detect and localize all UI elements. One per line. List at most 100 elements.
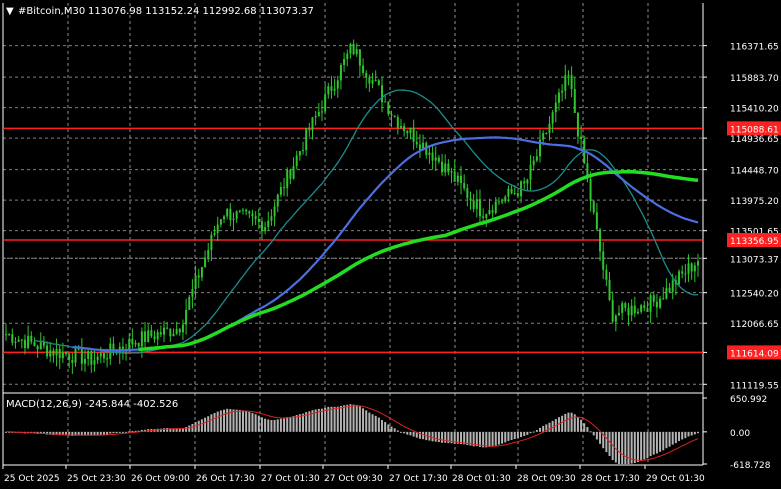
candle-body-128	[409, 127, 412, 134]
candle-body-20	[68, 354, 71, 360]
macd-bar-179	[570, 412, 573, 432]
candle-body-86	[276, 194, 279, 207]
macd-bar-165	[526, 431, 529, 435]
candle-body-79	[254, 216, 257, 220]
macd-bar-185	[589, 431, 592, 433]
macd-bar-217	[690, 431, 693, 436]
candle-body-8	[30, 335, 33, 342]
candle-body-124	[396, 117, 399, 128]
dropdown-arrow-icon[interactable]: ▼	[6, 6, 14, 17]
ohlc-readout: 113076.98 113152.24 112992.68 113073.37	[88, 6, 314, 17]
candle-body-44	[144, 331, 147, 343]
candle-body-11	[39, 342, 42, 350]
candle-body-47	[153, 336, 156, 340]
macd-bar-89	[286, 417, 289, 432]
candle-body-143	[456, 175, 459, 182]
candle-body-85	[273, 206, 276, 217]
candle-body-156	[497, 201, 500, 203]
candle-body-205	[652, 295, 655, 302]
candle-body-179	[570, 74, 573, 90]
candle-body-200	[636, 311, 639, 314]
macd-bar-161	[513, 431, 516, 440]
macd-bar-154	[491, 431, 494, 447]
macd-bar-160	[510, 431, 513, 440]
macd-bar-209	[665, 431, 668, 449]
macd-bar-109	[349, 404, 352, 432]
candle-body-7	[27, 335, 30, 349]
macd-tick-label-2: -618.728	[730, 461, 771, 471]
macd-bar-176	[561, 415, 564, 432]
price-tick-label-2: 115410.20	[730, 105, 779, 115]
macd-bar-197	[627, 431, 630, 464]
candle-body-32	[106, 358, 109, 360]
candle-body-113	[362, 65, 365, 73]
candle-body-13	[46, 345, 49, 357]
candle-body-122	[390, 114, 393, 116]
candle-body-172	[548, 123, 551, 134]
macd-bar-86	[276, 419, 279, 432]
macd-bar-26	[87, 431, 90, 435]
macd-bar-64	[207, 416, 210, 432]
macd-bar-113	[362, 408, 365, 432]
candle-body-195	[621, 303, 624, 313]
candle-body-91	[292, 166, 295, 179]
candle-body-190	[605, 269, 608, 280]
macd-bar-59	[191, 423, 194, 432]
macd-bar-68	[219, 410, 222, 432]
candle-body-181	[576, 112, 579, 137]
candle-body-81	[260, 221, 263, 232]
candle-body-142	[453, 171, 456, 182]
macd-bar-84	[270, 420, 273, 432]
candle-body-130	[415, 141, 418, 145]
candle-body-154	[491, 210, 494, 213]
time-tick-label-5: 27 Oct 09:30	[324, 474, 383, 484]
macd-bar-163	[520, 431, 523, 438]
candle-body-114	[365, 72, 368, 78]
candle-body-216	[687, 263, 690, 274]
candle-body-144	[460, 175, 463, 184]
macd-bar-186	[592, 431, 595, 436]
candle-body-65	[210, 234, 213, 251]
time-tick-label-10: 29 Oct 01:30	[646, 474, 705, 484]
candle-body-213	[678, 271, 681, 285]
macd-bar-80	[257, 415, 260, 432]
candle-body-63	[204, 257, 207, 268]
candle-body-48	[156, 332, 159, 340]
candle-body-55	[178, 329, 181, 333]
macd-bar-120	[384, 422, 387, 432]
macd-bar-183	[583, 423, 586, 432]
trading-chart[interactable]: 116371.65 115883.70 115410.20 114936.65 1144…	[0, 0, 781, 489]
chart-canvas[interactable]: 116371.65 115883.70 115410.20 114936.65 1144…	[0, 0, 781, 489]
macd-bar-137	[437, 431, 440, 443]
candle-body-110	[352, 43, 355, 55]
candle-body-60	[194, 275, 197, 290]
macd-bar-196	[624, 431, 627, 464]
candle-body-50	[162, 327, 165, 335]
candle-body-202	[643, 305, 646, 308]
candle-body-150	[478, 199, 481, 217]
candle-body-51	[166, 327, 169, 329]
candle-body-125	[399, 125, 402, 128]
macd-bar-34	[112, 431, 115, 434]
candle-body-101	[324, 94, 327, 112]
macd-bar-104	[333, 406, 336, 432]
macd-bar-188	[599, 431, 602, 444]
candle-body-46	[150, 330, 153, 337]
macd-bar-110	[352, 404, 355, 432]
candle-body-160	[510, 188, 513, 194]
candle-body-40	[131, 338, 134, 345]
time-tick-label-4: 27 Oct 01:30	[261, 474, 320, 484]
candle-body-59	[191, 289, 194, 297]
candle-body-127	[406, 131, 409, 134]
price-tick-label-9: 112066.65	[730, 320, 779, 330]
candle-body-137	[437, 157, 440, 162]
candle-body-203	[646, 307, 649, 312]
macd-bar-116	[371, 414, 374, 432]
macd-bar-60	[194, 422, 197, 432]
macd-bar-162	[516, 431, 519, 439]
macd-bar-153	[488, 431, 491, 447]
macd-bar-169	[539, 427, 542, 432]
macd-bar-61	[197, 420, 200, 432]
candle-body-88	[283, 187, 286, 189]
candle-body-54	[175, 329, 178, 334]
